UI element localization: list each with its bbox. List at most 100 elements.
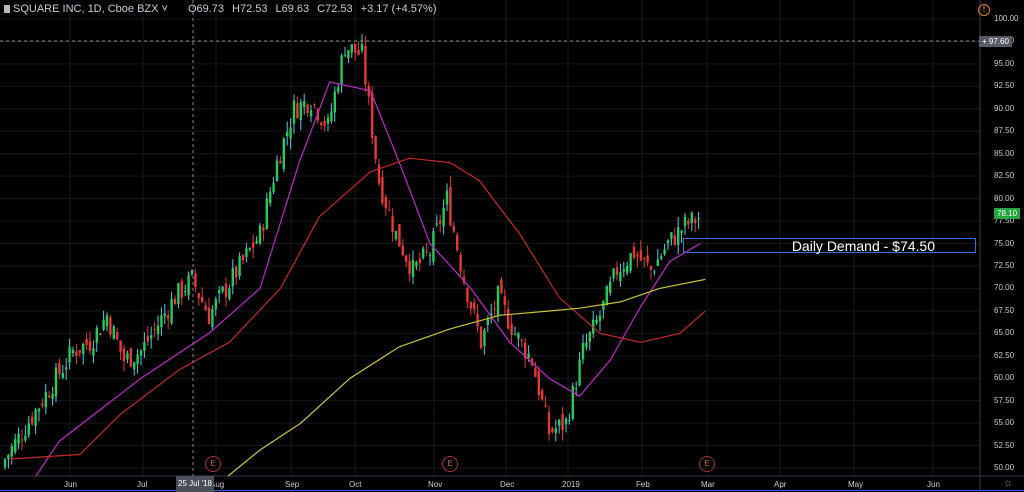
candle-body bbox=[337, 87, 340, 92]
candle-body bbox=[150, 335, 153, 339]
candle-body bbox=[493, 308, 496, 310]
candle-body bbox=[677, 227, 680, 245]
candle-body bbox=[65, 367, 68, 370]
close-value: C72.53 bbox=[317, 3, 353, 15]
candle-body bbox=[194, 273, 197, 287]
candle-body bbox=[180, 280, 183, 298]
symbol-label: SQUARE INC, 1D, Cboe BZX bbox=[13, 3, 159, 15]
time-axis-label: Feb bbox=[636, 480, 650, 489]
candle-body bbox=[109, 317, 112, 335]
candle-body bbox=[364, 45, 367, 85]
candle-body bbox=[303, 101, 306, 107]
candle-body bbox=[500, 279, 503, 294]
candle-body bbox=[214, 299, 217, 310]
price-axis-label: 60.00 bbox=[994, 373, 1015, 383]
candle-body bbox=[564, 418, 568, 425]
candle-body bbox=[255, 241, 258, 244]
candle-body bbox=[14, 439, 17, 452]
candle-body bbox=[449, 186, 452, 226]
candle-body bbox=[238, 256, 241, 276]
candle-body bbox=[544, 405, 547, 407]
ma_fast-line bbox=[35, 81, 701, 477]
candle-body bbox=[48, 395, 51, 398]
candle-body bbox=[354, 43, 357, 53]
time-axis-label: 2019 bbox=[562, 480, 580, 489]
demand-zone-annotation[interactable]: Daily Demand - $74.50 bbox=[683, 238, 976, 254]
candle-body bbox=[666, 240, 670, 244]
candle-body bbox=[112, 326, 115, 340]
candle-body bbox=[534, 368, 537, 377]
candle-body bbox=[588, 332, 591, 343]
price-axis-label: 70.00 bbox=[994, 283, 1015, 293]
candle-body bbox=[61, 372, 64, 378]
candle-body bbox=[231, 267, 234, 287]
candle-body bbox=[122, 348, 126, 362]
price-axis-label: 80.00 bbox=[994, 193, 1015, 203]
candle-body bbox=[54, 367, 58, 397]
candle-body bbox=[221, 286, 224, 292]
candle-body bbox=[602, 300, 605, 310]
candle-body bbox=[146, 335, 149, 342]
candle-body bbox=[296, 103, 299, 119]
chevron-down-icon: ˅ bbox=[161, 3, 168, 15]
time-axis-label: Dec bbox=[500, 480, 515, 489]
candle-body bbox=[571, 385, 574, 419]
candle-body bbox=[156, 325, 160, 335]
time-axis-label: Oct bbox=[349, 480, 362, 489]
candle-body bbox=[167, 315, 170, 319]
candle-body bbox=[483, 330, 486, 347]
candle-body bbox=[262, 227, 265, 231]
candle-body bbox=[466, 287, 469, 303]
candle-body bbox=[41, 403, 44, 406]
candle-body bbox=[411, 259, 415, 277]
candle-body bbox=[323, 120, 326, 126]
candle-body bbox=[377, 164, 381, 184]
price-axis-label: 92.50 bbox=[994, 81, 1015, 91]
candle-body bbox=[503, 296, 506, 306]
candle-body bbox=[245, 248, 248, 257]
candle-body bbox=[384, 196, 387, 209]
candle-body bbox=[82, 343, 85, 354]
candle-body bbox=[697, 218, 700, 220]
candle-body bbox=[139, 350, 143, 356]
candle-body bbox=[585, 342, 588, 348]
candle-body bbox=[129, 348, 132, 367]
chart-header: SQUARE INC, 1D, Cboe BZX ˅ O69.73 H72.53 … bbox=[4, 3, 437, 15]
candle-body bbox=[639, 250, 642, 261]
open-value: O69.73 bbox=[187, 3, 225, 15]
candle-body bbox=[670, 232, 673, 239]
candle-body bbox=[350, 44, 353, 53]
earnings-marker[interactable]: E bbox=[205, 456, 221, 472]
candle-body bbox=[615, 267, 619, 276]
candle-body bbox=[374, 136, 377, 160]
candle-body bbox=[595, 319, 598, 324]
candle-body bbox=[241, 255, 245, 261]
symbol-selector[interactable]: SQUARE INC, 1D, Cboe BZX ˅ bbox=[4, 3, 168, 15]
price-axis-label: 52.50 bbox=[994, 440, 1015, 450]
candle-body bbox=[422, 248, 425, 258]
candle-body bbox=[119, 340, 122, 352]
candle-body bbox=[663, 249, 666, 255]
earnings-marker[interactable]: E bbox=[699, 456, 715, 472]
candle-body bbox=[75, 351, 78, 357]
price-axis-label: 95.00 bbox=[994, 58, 1015, 68]
price-axis-label: 67.50 bbox=[994, 305, 1015, 315]
candle-body bbox=[27, 423, 30, 435]
earnings-marker[interactable]: E bbox=[442, 456, 458, 472]
candle-body bbox=[309, 110, 313, 117]
candle-body bbox=[510, 323, 513, 336]
candle-body bbox=[343, 55, 347, 57]
time-axis-label: Jun bbox=[927, 480, 940, 489]
candle-body bbox=[286, 131, 289, 137]
settings-gear-icon[interactable]: ☼ bbox=[1003, 477, 1013, 489]
candle-body bbox=[649, 266, 653, 270]
candle-body bbox=[673, 235, 676, 245]
candle-body bbox=[554, 428, 557, 434]
candle-body bbox=[456, 235, 459, 251]
candle-body bbox=[496, 286, 500, 316]
candle-body bbox=[92, 347, 95, 356]
alert-icon[interactable]: ! bbox=[978, 4, 990, 16]
candle-body bbox=[289, 127, 292, 139]
candle-body bbox=[347, 50, 350, 59]
candle-body bbox=[333, 91, 336, 113]
